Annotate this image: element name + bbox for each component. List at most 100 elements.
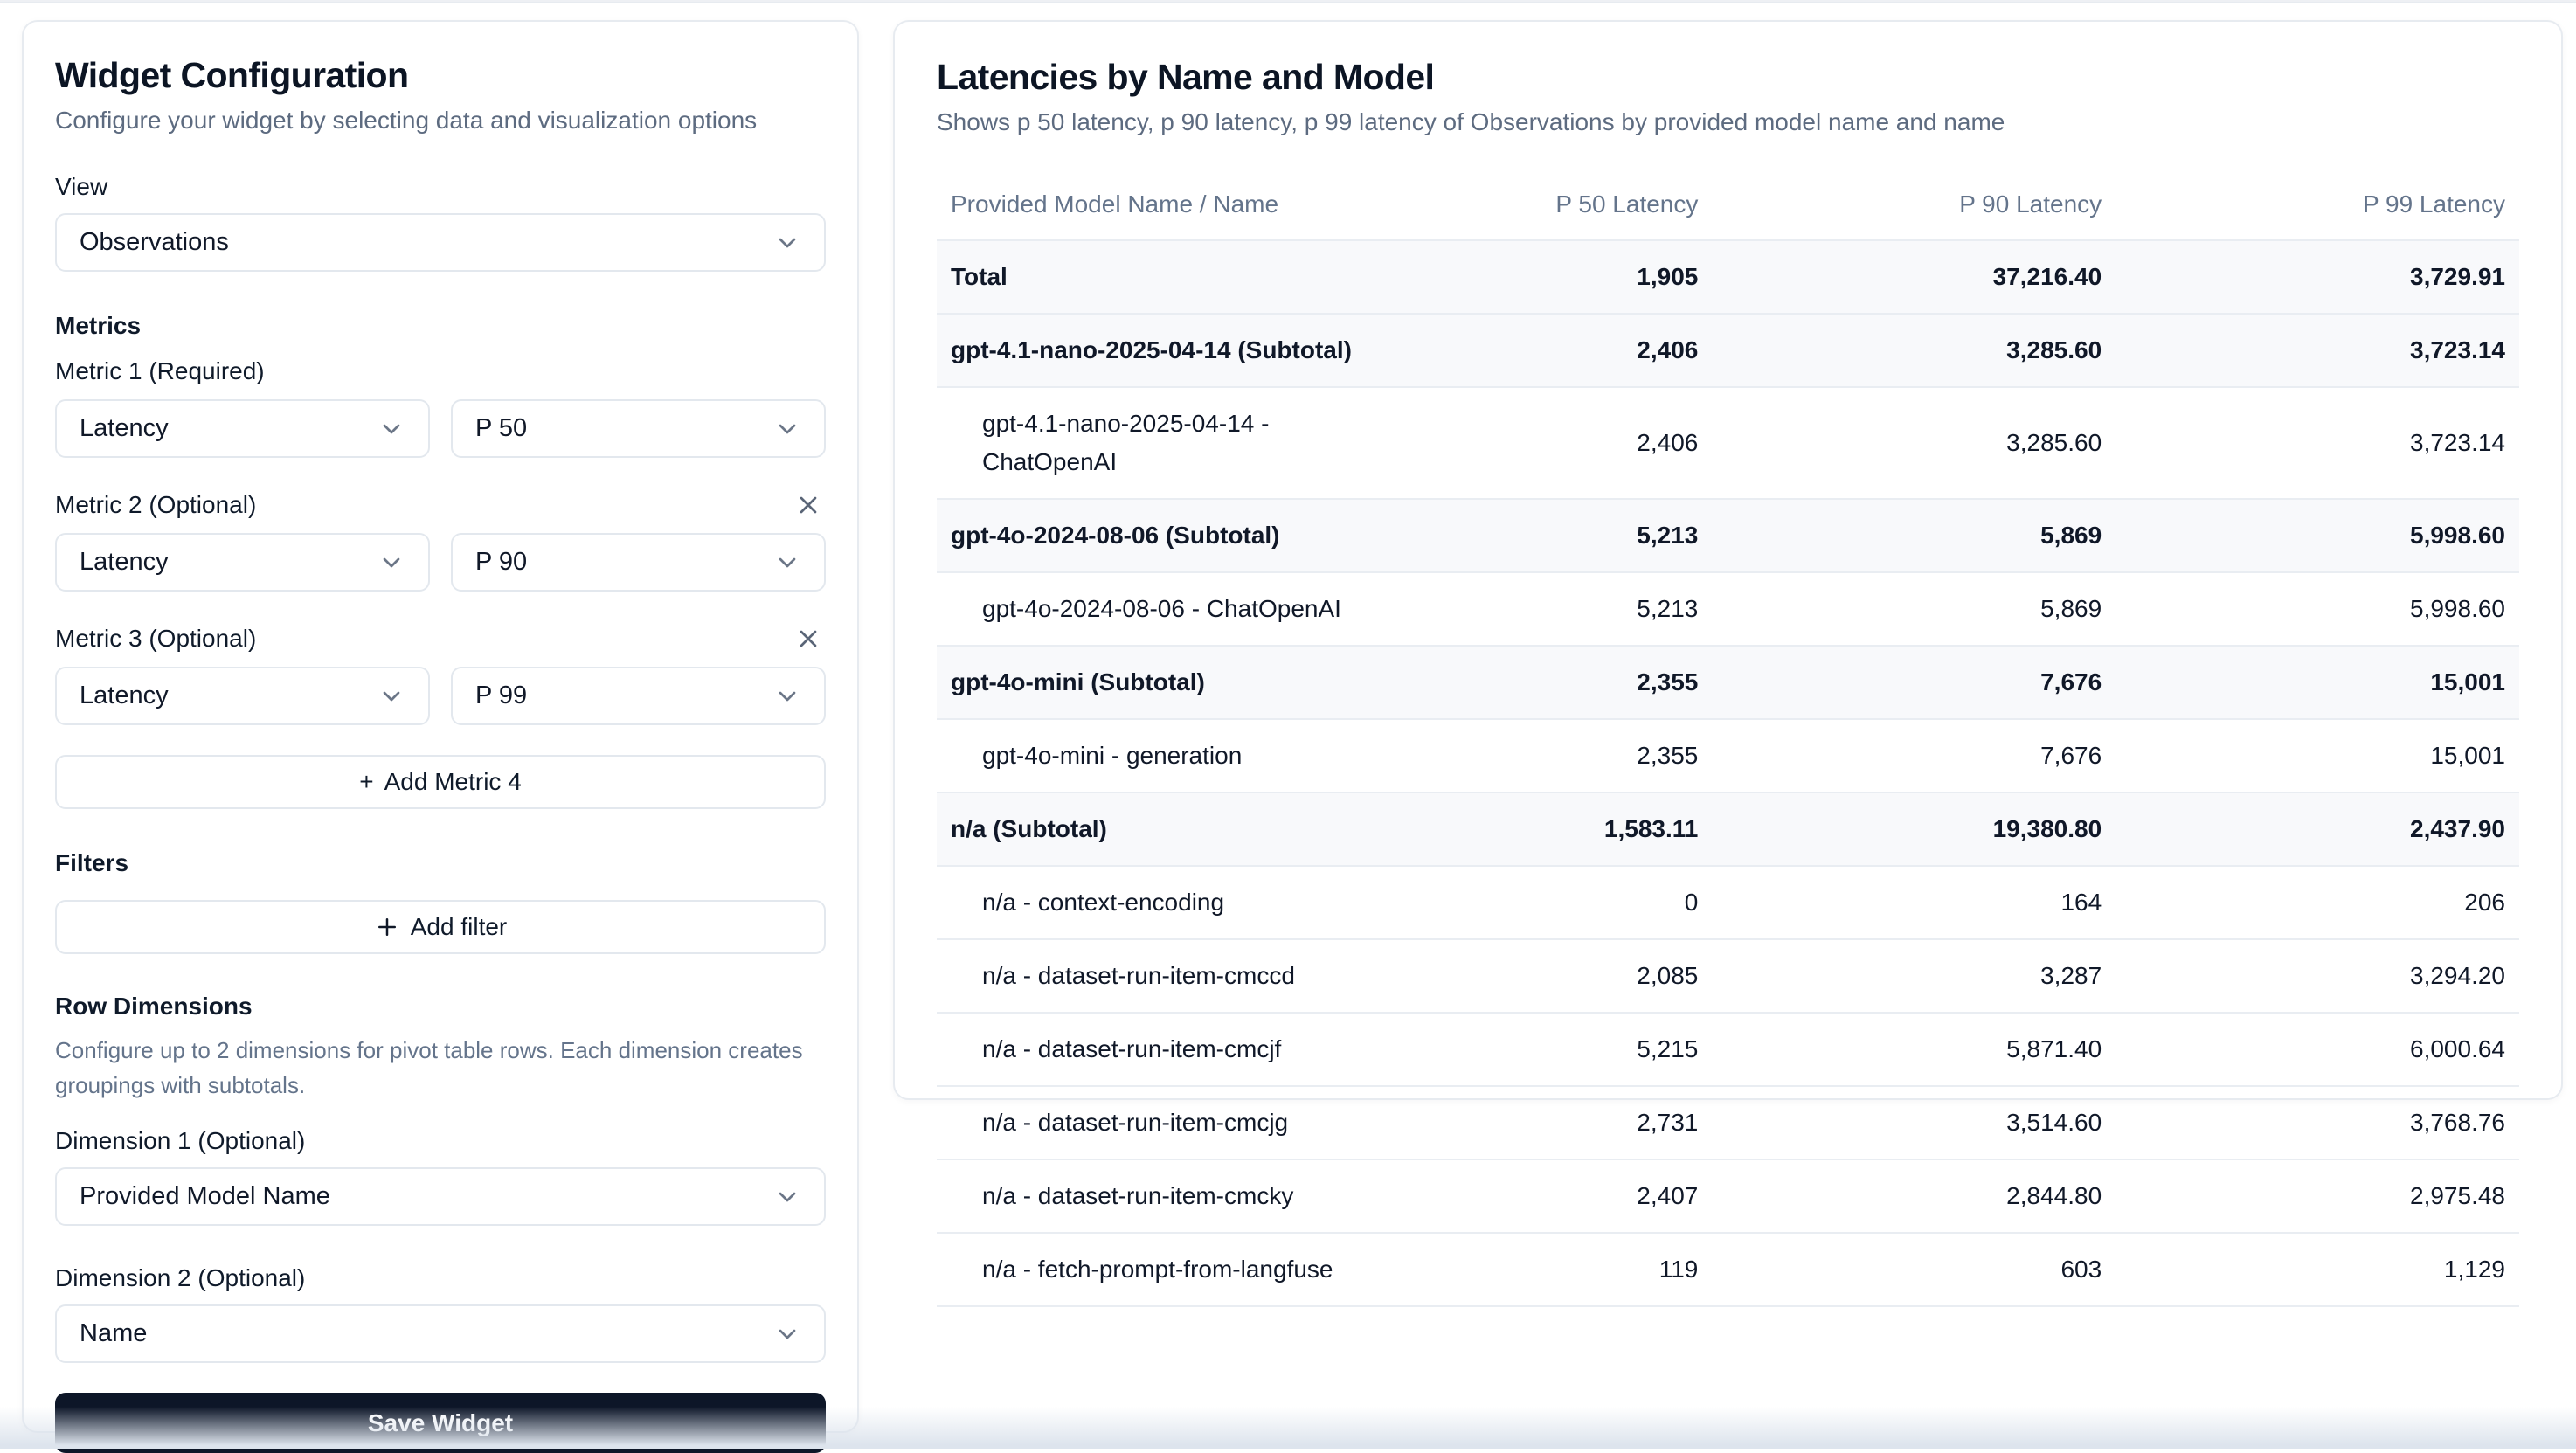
metric-3-header: Metric 3 (Optional) [55, 623, 826, 654]
metric-3-remove-button[interactable] [791, 623, 826, 654]
preview-subtitle: Shows p 50 latency, p 90 latency, p 99 l… [937, 108, 2519, 136]
page: Widget Configuration Configure your widg… [0, 0, 2576, 1449]
chevron-down-icon [773, 1320, 801, 1348]
row-label: n/a (Subtotal) [937, 792, 1380, 866]
row-label: n/a - fetch-prompt-from-langfuse [937, 1233, 1380, 1306]
metric-3-aggregation-value: P 99 [475, 682, 527, 710]
cell-p99: 15,001 [2116, 646, 2519, 719]
cell-p90: 2,844.80 [1712, 1159, 2116, 1233]
cell-p90: 3,285.60 [1712, 387, 2116, 499]
config-panel-subtitle: Configure your widget by selecting data … [55, 107, 826, 135]
metric-3-label: Metric 3 (Optional) [55, 625, 256, 653]
table-row: gpt-4.1-nano-2025-04-14 (Subtotal)2,4063… [937, 314, 2519, 387]
cell-p99: 2,975.48 [2116, 1159, 2519, 1233]
cell-p99: 15,001 [2116, 719, 2519, 792]
row-label: n/a - dataset-run-item-cmccd [937, 939, 1380, 1013]
top-divider [0, 0, 2576, 3]
dimension-1-select[interactable]: Provided Model Name [55, 1167, 826, 1226]
dimension-2-select[interactable]: Name [55, 1304, 826, 1363]
cell-p90: 37,216.40 [1712, 240, 2116, 314]
metric-2-measure-select[interactable]: Latency [55, 533, 430, 592]
save-widget-button[interactable]: Save Widget [55, 1393, 826, 1453]
add-metric-button[interactable]: + Add Metric 4 [55, 755, 826, 809]
cell-p50: 5,215 [1380, 1013, 1712, 1086]
row-label: gpt-4o-mini - generation [937, 719, 1380, 792]
row-label: gpt-4.1-nano-2025-04-14 (Subtotal) [937, 314, 1380, 387]
metric-1-header: Metric 1 (Required) [55, 356, 826, 387]
cell-p90: 7,676 [1712, 646, 2116, 719]
cell-p50: 2,406 [1380, 314, 1712, 387]
metric-2-label: Metric 2 (Optional) [55, 491, 256, 519]
dimension-2-value: Name [80, 1319, 147, 1348]
metric-3-measure-value: Latency [80, 682, 169, 710]
table-row: n/a - dataset-run-item-cmcky2,4072,844.8… [937, 1159, 2519, 1233]
row-label: n/a - dataset-run-item-cmcjf [937, 1013, 1380, 1086]
cell-p99: 3,294.20 [2116, 939, 2519, 1013]
cell-p90: 7,676 [1712, 719, 2116, 792]
row-label: n/a - context-encoding [937, 866, 1380, 939]
cell-p99: 2,437.90 [2116, 792, 2519, 866]
add-filter-label: Add filter [411, 913, 508, 941]
table-row: gpt-4o-mini (Subtotal)2,3557,67615,001 [937, 646, 2519, 719]
row-dimensions-description: Configure up to 2 dimensions for pivot t… [55, 1033, 826, 1103]
cell-p90: 603 [1712, 1233, 2116, 1306]
cell-p50: 1,583.11 [1380, 792, 1712, 866]
chevron-down-icon [773, 682, 801, 710]
metric-3-row: Latency P 99 [55, 667, 826, 725]
chevron-down-icon [773, 229, 801, 257]
table-row: gpt-4o-2024-08-06 (Subtotal)5,2135,8695,… [937, 499, 2519, 572]
table-row: n/a (Subtotal)1,583.1119,380.802,437.90 [937, 792, 2519, 866]
column-header-p90: P 90 Latency [1712, 175, 2116, 240]
cell-p90: 3,285.60 [1712, 314, 2116, 387]
metric-1-aggregation-select[interactable]: P 50 [451, 399, 826, 458]
row-label: gpt-4o-mini (Subtotal) [937, 646, 1380, 719]
view-select[interactable]: Observations [55, 213, 826, 272]
metrics-heading: Metrics [55, 312, 826, 340]
cell-p99: 6,000.64 [2116, 1013, 2519, 1086]
config-panel-title: Widget Configuration [55, 55, 826, 96]
plus-icon [374, 914, 400, 940]
chevron-down-icon [773, 549, 801, 577]
table-row: n/a - dataset-run-item-cmcjg2,7313,514.6… [937, 1086, 2519, 1159]
cell-p99: 206 [2116, 866, 2519, 939]
row-label: gpt-4.1-nano-2025-04-14 - ChatOpenAI [937, 387, 1380, 499]
view-select-value: Observations [80, 228, 229, 257]
metric-3-aggregation-select[interactable]: P 99 [451, 667, 826, 725]
chevron-down-icon [377, 682, 405, 710]
row-dimensions-heading: Row Dimensions [55, 993, 826, 1021]
cell-p90: 164 [1712, 866, 2116, 939]
add-metric-label: Add Metric 4 [384, 768, 522, 796]
metric-1-aggregation-value: P 50 [475, 414, 527, 443]
add-filter-button[interactable]: Add filter [55, 900, 826, 954]
cell-p99: 1,129 [2116, 1233, 2519, 1306]
cell-p50: 5,213 [1380, 572, 1712, 646]
widget-preview-panel: Latencies by Name and Model Shows p 50 l… [893, 20, 2563, 1100]
view-label: View [55, 173, 826, 201]
cell-p90: 3,514.60 [1712, 1086, 2116, 1159]
plus-icon: + [359, 768, 373, 796]
cell-p50: 5,213 [1380, 499, 1712, 572]
cell-p50: 2,731 [1380, 1086, 1712, 1159]
cell-p50: 2,355 [1380, 646, 1712, 719]
widget-configuration-panel: Widget Configuration Configure your widg… [22, 20, 859, 1433]
table-row: gpt-4.1-nano-2025-04-14 - ChatOpenAI2,40… [937, 387, 2519, 499]
cell-p50: 2,085 [1380, 939, 1712, 1013]
chevron-down-icon [773, 1183, 801, 1211]
metric-1-label: Metric 1 (Required) [55, 357, 265, 385]
metric-3-measure-select[interactable]: Latency [55, 667, 430, 725]
column-header-name: Provided Model Name / Name [937, 175, 1380, 240]
metric-1-measure-select[interactable]: Latency [55, 399, 430, 458]
cell-p90: 3,287 [1712, 939, 2116, 1013]
column-header-p99: P 99 Latency [2116, 175, 2519, 240]
metric-2-aggregation-select[interactable]: P 90 [451, 533, 826, 592]
cell-p50: 2,407 [1380, 1159, 1712, 1233]
table-row: n/a - dataset-run-item-cmccd2,0853,2873,… [937, 939, 2519, 1013]
chevron-down-icon [377, 549, 405, 577]
chevron-down-icon [773, 415, 801, 443]
dimension-1-value: Provided Model Name [80, 1182, 330, 1211]
table-row: n/a - context-encoding0164206 [937, 866, 2519, 939]
cell-p99: 3,723.14 [2116, 387, 2519, 499]
dimension-2-label: Dimension 2 (Optional) [55, 1264, 826, 1292]
cell-p50: 1,905 [1380, 240, 1712, 314]
metric-2-remove-button[interactable] [791, 489, 826, 521]
